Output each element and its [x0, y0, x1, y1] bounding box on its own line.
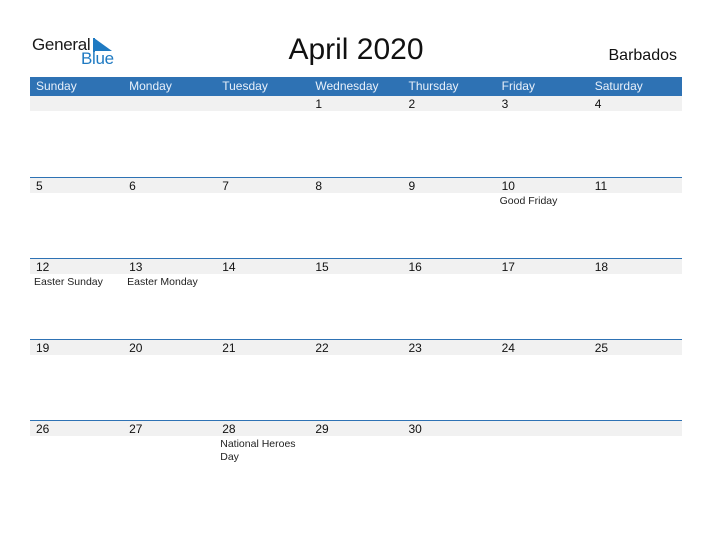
weekday-thursday: Thursday	[408, 79, 459, 93]
day-cell: 29	[309, 420, 402, 501]
weekday-friday: Friday	[501, 79, 535, 93]
day-number: 4	[594, 97, 602, 111]
day-cell: 15	[309, 258, 402, 339]
day-number: 11	[594, 179, 608, 193]
day-number: 7	[222, 179, 229, 193]
day-number: 28	[222, 422, 236, 436]
weekday-tuesday: Tuesday	[222, 79, 268, 93]
day-cell: 4	[589, 95, 682, 176]
page-title: April 2020	[288, 33, 424, 66]
day-number: 17	[501, 260, 515, 274]
day-number: 22	[315, 341, 329, 355]
country-label: Barbados	[608, 47, 678, 64]
day-cell: 24	[496, 339, 589, 420]
day-number: 10	[501, 179, 515, 193]
day-cell: 6	[123, 177, 216, 258]
day-cell: 3	[496, 95, 589, 176]
day-number: 2	[408, 97, 416, 111]
day-cell: 26	[30, 420, 123, 501]
day-cell	[589, 420, 682, 501]
day-cell: 1	[309, 95, 402, 176]
day-number: 26	[36, 422, 50, 436]
day-number: 8	[315, 179, 323, 193]
day-cell: 5	[30, 177, 123, 258]
day-cell: 19	[30, 339, 123, 420]
day-cell: 27	[123, 420, 216, 501]
day-number: 9	[408, 179, 416, 193]
day-cell: 22	[309, 339, 402, 420]
day-number: 1	[315, 97, 323, 111]
weekday-wednesday: Wednesday	[315, 79, 379, 93]
day-cell: 28 National Heroes Day	[216, 420, 309, 501]
holiday-label: Good Friday	[499, 195, 558, 207]
day-cell: 16	[403, 258, 496, 339]
week-row: 26 27 28 National Heroes Day 29 30	[30, 420, 682, 501]
day-cell	[216, 95, 309, 176]
day-number: 27	[129, 422, 143, 436]
day-number: 5	[36, 179, 43, 193]
day-number: 25	[594, 341, 609, 355]
holiday-label: Easter Monday	[127, 276, 198, 288]
day-cell: 12 Easter Sunday	[30, 258, 123, 339]
day-number: 19	[36, 341, 50, 355]
day-cell: 11	[589, 177, 682, 258]
day-cell	[123, 95, 216, 176]
weekday-saturday: Saturday	[594, 79, 643, 93]
day-cell: 8	[309, 177, 402, 258]
holiday-label: National Heroes Day	[220, 438, 296, 463]
day-cell: 25	[589, 339, 682, 420]
day-number: 23	[408, 341, 422, 355]
day-number: 6	[129, 179, 136, 193]
day-cell: 13 Easter Monday	[123, 258, 216, 339]
day-number: 3	[501, 97, 509, 111]
day-cell: 17	[496, 258, 589, 339]
day-number: 18	[594, 260, 609, 274]
week-cells: 12 Easter Sunday 13 Easter Monday 14 15 16 17 18	[30, 258, 682, 339]
week-cells: 26 27 28 National Heroes Day 29 30	[30, 420, 682, 501]
weekday-monday: Monday	[129, 79, 172, 93]
day-cell: 23	[403, 339, 496, 420]
week-row: 1 2 3 4	[30, 95, 682, 176]
day-cell	[30, 95, 123, 176]
day-cell: 21	[216, 339, 309, 420]
week-row: 5 6 7 8 9 10 Good Friday 11	[30, 177, 682, 258]
day-cell	[496, 420, 589, 501]
day-cell: 14	[216, 258, 309, 339]
day-cell: 9	[403, 177, 496, 258]
week-cells: 1 2 3 4	[30, 95, 682, 176]
weekday-sunday: Sunday	[36, 79, 77, 93]
day-number: 29	[315, 422, 329, 436]
day-cell: 18	[589, 258, 682, 339]
day-cell: 10 Good Friday	[496, 177, 589, 258]
day-cell: 30	[403, 420, 496, 501]
day-cell: 7	[216, 177, 309, 258]
day-number: 30	[408, 422, 422, 436]
weekday-header: Sunday Monday Tuesday Wednesday Thursday…	[30, 77, 682, 96]
week-row: 19 20 21 22 23 24 25	[30, 339, 682, 420]
week-cells: 5 6 7 8 9 10 Good Friday 11	[30, 177, 682, 258]
day-number: 12	[36, 260, 50, 274]
holiday-label: Easter Sunday	[34, 276, 103, 288]
week-row: 12 Easter Sunday 13 Easter Monday 14 15 16 17 18	[30, 258, 682, 339]
day-number: 24	[501, 341, 515, 355]
day-number: 16	[408, 260, 422, 274]
day-cell: 2	[403, 95, 496, 176]
day-number: 14	[222, 260, 236, 274]
week-cells: 19 20 21 22 23 24 25	[30, 339, 682, 420]
day-number: 20	[129, 341, 143, 355]
day-cell: 20	[123, 339, 216, 420]
day-number: 21	[222, 341, 236, 355]
day-number: 15	[315, 260, 329, 274]
day-number: 13	[129, 260, 143, 274]
